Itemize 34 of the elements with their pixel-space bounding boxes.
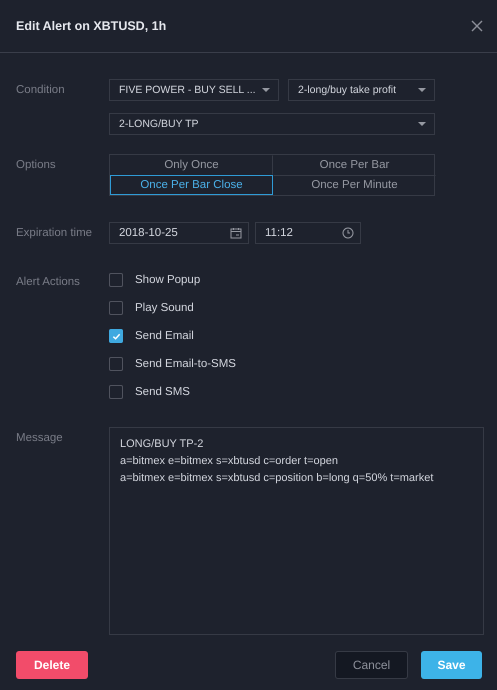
- checkbox-label[interactable]: Send Email-to-SMS: [135, 358, 236, 370]
- close-icon[interactable]: [471, 20, 483, 32]
- checkbox-label[interactable]: Show Popup: [135, 274, 200, 286]
- dropdown[interactable]: 2-LONG/BUY TP: [109, 113, 435, 135]
- clock-icon[interactable]: [342, 227, 354, 239]
- checkbox-label[interactable]: Send Email: [135, 330, 194, 342]
- option-tab[interactable]: Once Per Minute: [273, 175, 436, 195]
- field-label: Options: [16, 158, 57, 173]
- checkbox[interactable]: [109, 357, 123, 371]
- cancel-button[interactable]: Cancel: [335, 651, 408, 679]
- checkbox[interactable]: [109, 329, 123, 343]
- calendar-icon[interactable]: [230, 227, 242, 239]
- date-field[interactable]: 2018-10-25: [109, 222, 249, 244]
- caret-icon: [418, 122, 426, 126]
- dropdown[interactable]: FIVE POWER - BUY SELL ...: [109, 79, 279, 101]
- field-label: Message: [16, 431, 64, 446]
- field-label: Expiration time: [16, 226, 94, 241]
- field-label: Condition: [16, 83, 66, 98]
- caret-icon: [262, 88, 270, 92]
- dropdown[interactable]: 2-long/buy take profit: [288, 79, 435, 101]
- message-field[interactable]: LONG/BUY TP-2 a=bitmex e=bitmex s=xbtusd c=order t=open a=bitmex e=bitmex s=xbtusd c=position b=long q=50% t=market: [109, 427, 484, 635]
- field-label: Alert Actions: [16, 275, 81, 290]
- window-title: Edit Alert on XBTUSD, 1h: [16, 19, 166, 33]
- checkbox-label[interactable]: Send SMS: [135, 386, 190, 398]
- option-tab[interactable]: Once Per Bar Close: [110, 175, 273, 195]
- checkbox-label[interactable]: Play Sound: [135, 302, 194, 314]
- checkbox[interactable]: [109, 301, 123, 315]
- option-tab[interactable]: Only Once: [110, 155, 273, 175]
- time-field[interactable]: 11:12: [255, 222, 361, 244]
- checkbox[interactable]: [109, 385, 123, 399]
- option-tab[interactable]: Once Per Bar: [273, 155, 436, 175]
- caret-icon: [418, 88, 426, 92]
- checkmark-icon: [112, 332, 120, 340]
- checkbox[interactable]: [109, 273, 123, 287]
